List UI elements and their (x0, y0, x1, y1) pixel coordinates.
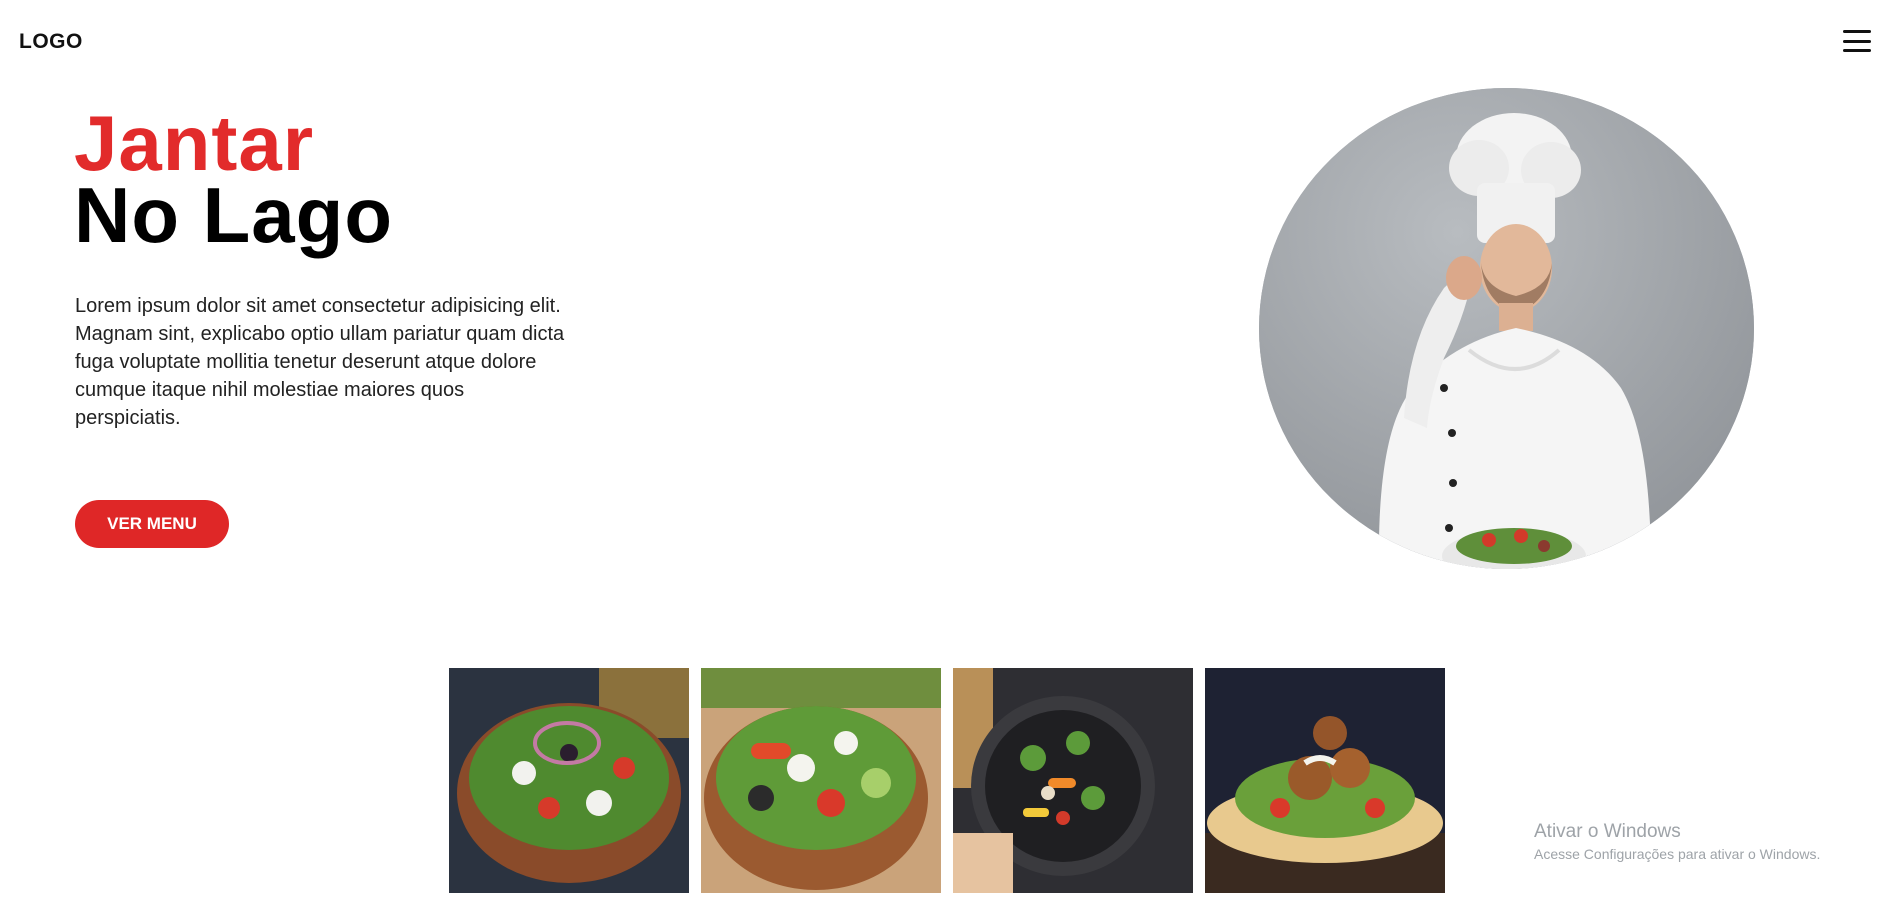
windows-activation-watermark: Ativar o Windows Acesse Configurações pa… (1534, 821, 1820, 862)
food-gallery (449, 668, 1445, 893)
logo[interactable]: LOGO (19, 30, 83, 54)
watermark-title: Ativar o Windows (1534, 821, 1681, 842)
vegetable-pan-photo (953, 668, 1193, 893)
hamburger-menu-icon[interactable] (1843, 30, 1871, 52)
hero-description: Lorem ipsum dolor sit amet consectetur a… (75, 295, 565, 429)
caprese-salad-photo (701, 668, 941, 893)
watermark-subtitle: Acesse Configurações para ativar o Windo… (1534, 846, 1821, 862)
greek-salad-photo (449, 668, 689, 893)
ver-menu-button[interactable]: VER MENU (75, 500, 229, 548)
hero-title: Jantar No Lago (74, 104, 393, 254)
page: LOGO Jantar No Lago Lorem ipsum dolor si… (0, 0, 1892, 906)
hero-title-line2: No Lago (74, 171, 393, 259)
falafel-wrap-photo (1205, 668, 1445, 893)
chef-photo (1259, 88, 1754, 569)
